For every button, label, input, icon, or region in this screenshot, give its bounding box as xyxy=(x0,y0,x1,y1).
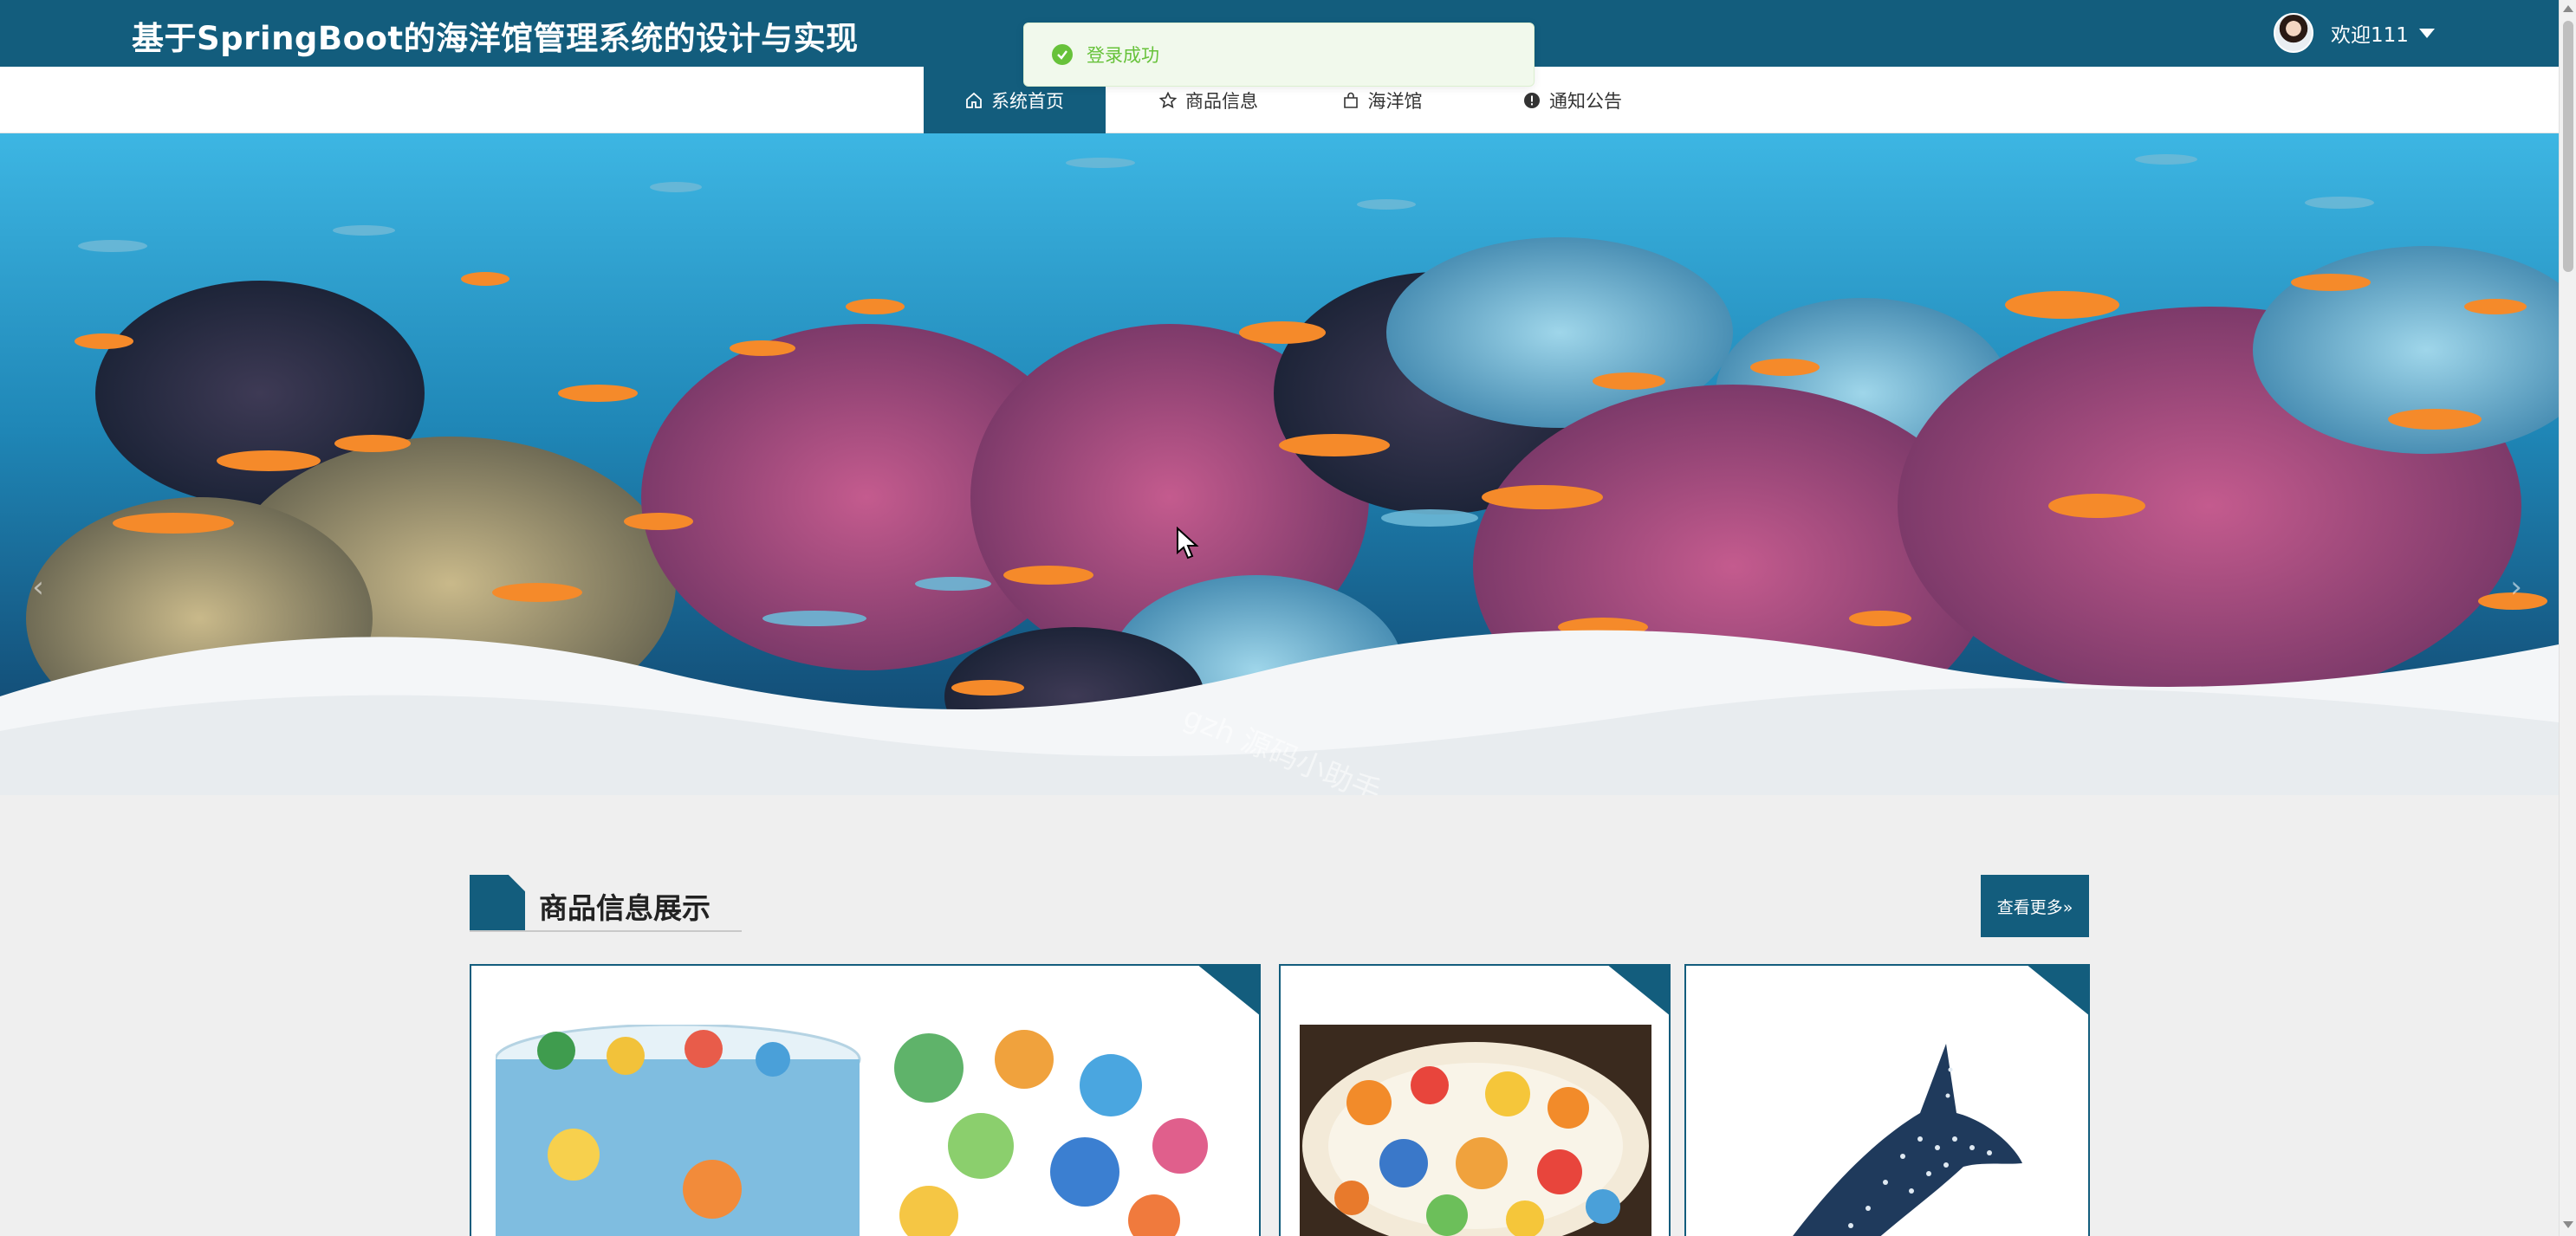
mouse-cursor-icon xyxy=(1177,527,1199,560)
success-check-icon xyxy=(1052,44,1073,65)
card-corner-decoration xyxy=(1606,966,1669,1016)
user-avatar[interactable] xyxy=(2274,13,2313,53)
card-corner-decoration xyxy=(1197,966,1259,1016)
nav-item-products-label: 商品信息 xyxy=(1185,90,1258,112)
product-card[interactable] xyxy=(1279,964,1671,1236)
product-card[interactable] xyxy=(1684,964,2090,1236)
ocean-reef-image xyxy=(0,133,2559,795)
star-icon xyxy=(1159,91,1177,108)
login-success-toast: 登录成功 xyxy=(1023,23,1535,87)
view-more-button[interactable]: 查看更多» xyxy=(1981,875,2089,937)
card-corner-decoration xyxy=(2026,966,2088,1016)
product-card[interactable] xyxy=(470,964,1261,1236)
user-menu[interactable]: 欢迎111 xyxy=(2274,10,2435,55)
hero-banner[interactable]: ‹ › gzh 源码小助手 xyxy=(0,133,2559,795)
welcome-text[interactable]: 欢迎111 xyxy=(2331,18,2409,48)
info-icon xyxy=(1524,92,1540,108)
section-marker-icon xyxy=(470,875,525,930)
product-image-ocean-cake xyxy=(1300,1025,1651,1236)
carousel-prev-icon[interactable]: ‹ xyxy=(17,566,59,608)
product-image-fishing-toy xyxy=(496,1025,1241,1236)
nav-item-notice-label: 通知公告 xyxy=(1549,90,1622,112)
nav-item-home-label: 系统首页 xyxy=(991,90,1064,112)
section-title: 商品信息展示 xyxy=(539,891,711,925)
caret-down-icon[interactable] xyxy=(2418,28,2435,38)
product-image-whale-shark xyxy=(1729,1018,2059,1236)
home-icon xyxy=(966,92,982,108)
toast-message: 登录成功 xyxy=(1087,45,1159,66)
bag-icon xyxy=(1343,92,1358,108)
scroll-down-icon[interactable] xyxy=(2563,1221,2573,1228)
scroll-thumb[interactable] xyxy=(2563,21,2573,272)
nav-item-aquarium-label: 海洋馆 xyxy=(1367,90,1423,112)
carousel-next-icon[interactable]: › xyxy=(2495,566,2537,608)
site-title: 基于SpringBoot的海洋馆管理系统的设计与实现 xyxy=(132,20,859,57)
section-heading: 商品信息展示 xyxy=(470,875,742,932)
scroll-up-icon[interactable] xyxy=(2563,5,2573,12)
page-scrollbar[interactable] xyxy=(2559,0,2576,1236)
